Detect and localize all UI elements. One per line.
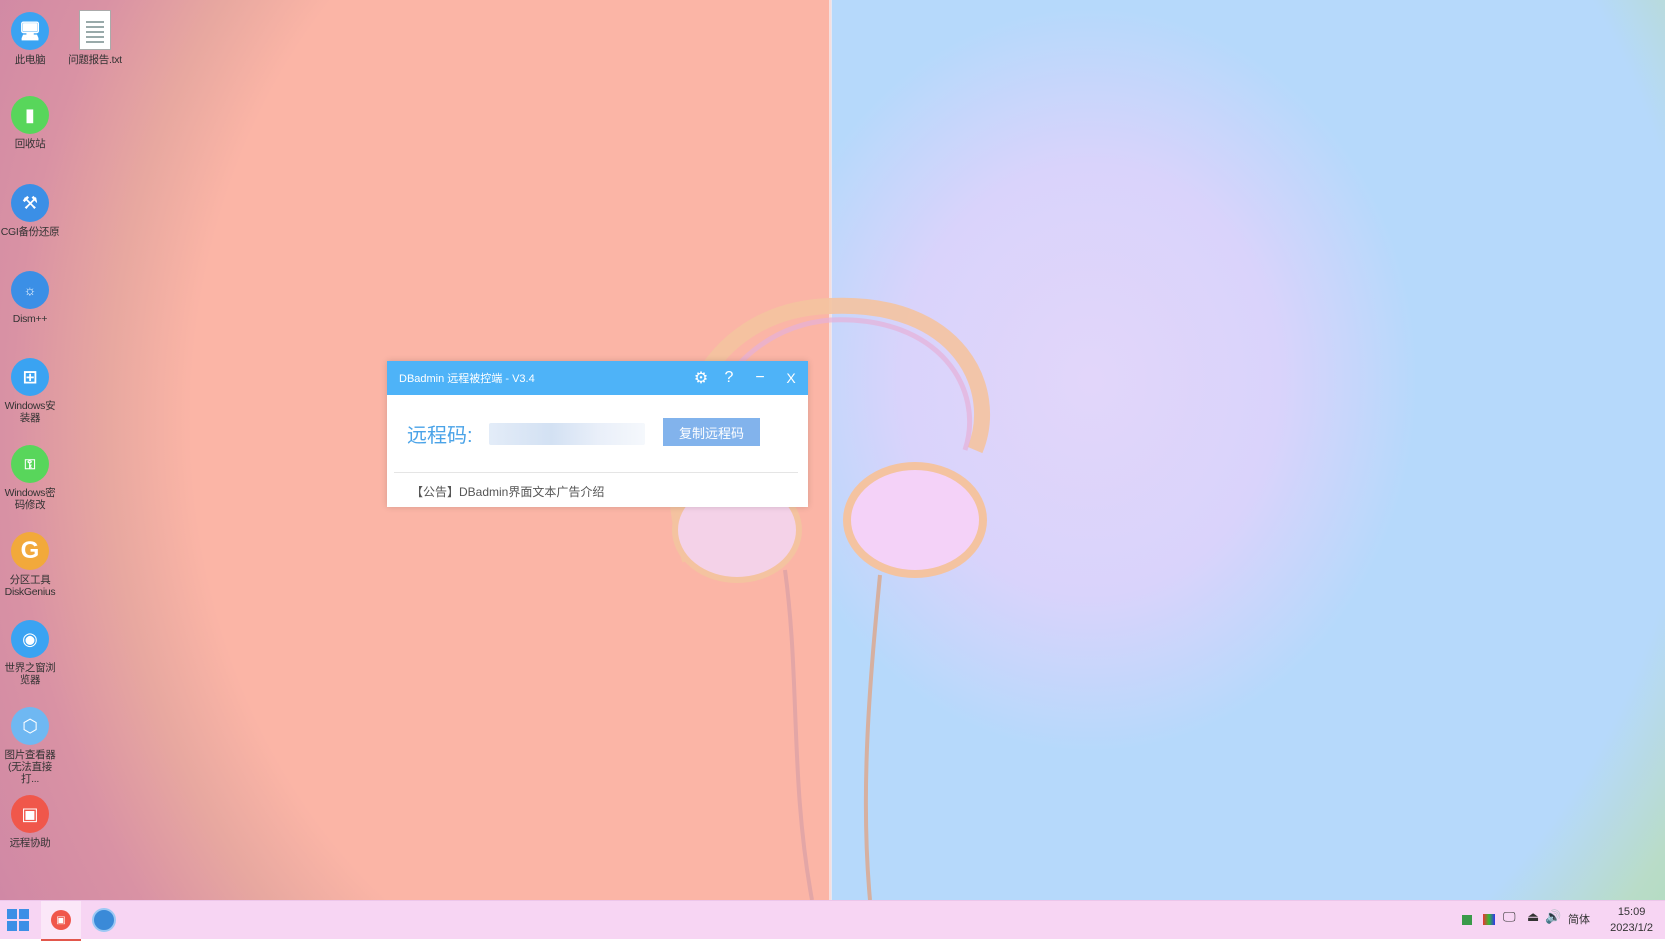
- desktop-icon-recycle-bin[interactable]: ▮ 回收站: [0, 96, 60, 150]
- desktop-icon-label: 分区工具DiskGenius: [4, 574, 56, 598]
- remote-code-value-blurred: [488, 422, 645, 445]
- copy-remote-code-button[interactable]: 复制远程码: [663, 418, 760, 446]
- desktop-icon-this-pc[interactable]: 🖥 此电脑: [0, 12, 60, 66]
- dialog-title: DBadmin 远程被控端 - V3.4: [399, 373, 535, 385]
- desktop-icon-label: Windows密码修改: [4, 487, 56, 511]
- tray-network-status-icon[interactable]: [1462, 915, 1472, 925]
- remote-code-label: 远程码:: [407, 425, 473, 447]
- taskbar: ▣ 🖵 ⏏ 🔊 简体 15:09 2023/1/2: [0, 900, 1665, 941]
- taskbar-app-browser[interactable]: [84, 901, 124, 939]
- desktop-icon-browser[interactable]: ◉ 世界之窗浏览器: [0, 620, 60, 686]
- desktop-icon-remote-assist[interactable]: ▣ 远程协助: [0, 795, 60, 849]
- tray-usb-icon[interactable]: ⏏: [1527, 909, 1539, 925]
- recycle-bin-icon: ▮: [11, 96, 49, 134]
- dialog-title-bar[interactable]: DBadmin 远程被控端 - V3.4 ⚙ ? − X: [387, 361, 808, 395]
- desktop-icon-windows-installer[interactable]: ⊞ Windows安装器: [0, 358, 60, 424]
- computer-icon: 🖥: [11, 12, 49, 50]
- desktop-icon-diskgenius[interactable]: G 分区工具DiskGenius: [0, 532, 60, 598]
- notice-link[interactable]: 【公告】DBadmin界面文本广告介绍: [411, 483, 604, 500]
- desktop-icon-problem-report[interactable]: 问题报告.txt: [65, 10, 125, 66]
- desktop-icon-label: 此电脑: [14, 54, 46, 66]
- minimize-icon[interactable]: −: [748, 361, 772, 395]
- diskgenius-icon: G: [11, 532, 49, 570]
- text-file-icon: [79, 10, 111, 50]
- desktop-icon-label: 世界之窗浏览器: [4, 662, 56, 686]
- clock-date: 2023/1/2: [1610, 922, 1653, 934]
- desktop-icon-dism[interactable]: ☼ Dism++: [0, 271, 60, 325]
- tray-volume-icon[interactable]: 🔊: [1545, 909, 1561, 925]
- help-icon[interactable]: ?: [717, 361, 741, 395]
- desktop-icon-label: 回收站: [14, 138, 46, 150]
- browser-icon: [92, 908, 116, 932]
- desktop-icon-image-viewer[interactable]: ⬡ 图片查看器(无法直接打...: [0, 707, 60, 785]
- desktop-icon-cgi-backup[interactable]: ⚒ CGI备份还原: [0, 184, 60, 238]
- remote-assist-icon: ▣: [11, 795, 49, 833]
- taskbar-app-remote-assist[interactable]: ▣: [41, 901, 81, 941]
- desktop-icon-label: CGI备份还原: [0, 226, 60, 238]
- headphones-artwork: [668, 297, 990, 900]
- windows-icon: ⊞: [11, 358, 49, 396]
- tray-display-icon[interactable]: [1483, 914, 1495, 925]
- gear-icon: ☼: [11, 271, 49, 309]
- image-viewer-icon: ⬡: [11, 707, 49, 745]
- desktop-icon-label: Windows安装器: [4, 400, 56, 424]
- settings-gear-icon[interactable]: ⚙: [689, 361, 713, 395]
- tray-monitor-icon[interactable]: 🖵: [1503, 909, 1516, 925]
- key-icon: ⚿: [11, 445, 49, 483]
- taskbar-clock[interactable]: 15:09 2023/1/2: [1610, 904, 1653, 936]
- remote-code-row: 远程码:: [407, 419, 645, 448]
- desktop-icon-label: Dism++: [12, 313, 48, 325]
- desktop-icon-password-change[interactable]: ⚿ Windows密码修改: [0, 445, 60, 511]
- clock-time: 15:09: [1617, 906, 1646, 918]
- desktop-icon-label: 问题报告.txt: [68, 54, 122, 66]
- desktop-icon-label: 远程协助: [9, 837, 51, 849]
- close-icon[interactable]: X: [779, 361, 803, 395]
- dbadmin-dialog: DBadmin 远程被控端 - V3.4 ⚙ ? − X 远程码: 复制远程码 …: [387, 361, 808, 507]
- desktop-icon-label: 图片查看器(无法直接打...: [4, 749, 56, 785]
- remote-assist-icon: ▣: [51, 910, 71, 930]
- dialog-divider: [394, 472, 798, 473]
- windows-start-icon[interactable]: [7, 909, 29, 931]
- tools-icon: ⚒: [11, 184, 49, 222]
- browser-icon: ◉: [11, 620, 49, 658]
- desktop-wallpaper: [0, 0, 1665, 900]
- ime-indicator[interactable]: 简体: [1568, 911, 1590, 927]
